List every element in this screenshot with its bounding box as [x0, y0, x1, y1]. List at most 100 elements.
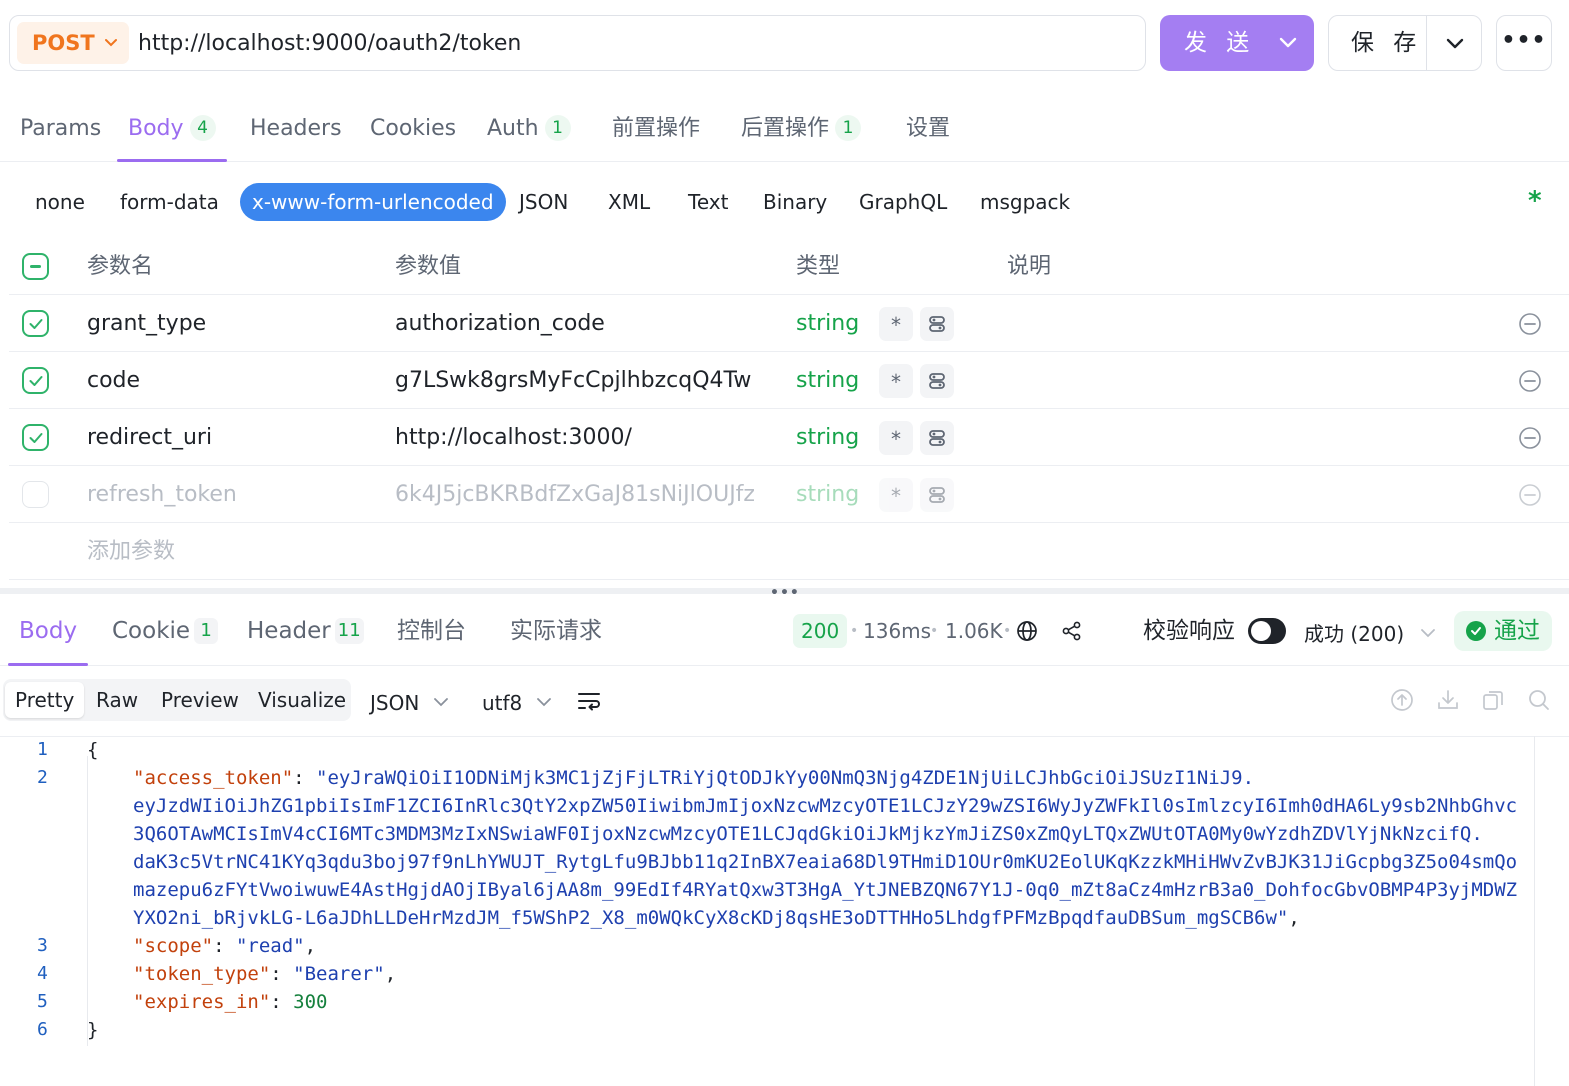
required-toggle-button[interactable]: * [879, 364, 913, 398]
tab-response-cookie[interactable]: Cookie 1 [112, 600, 219, 666]
body-type-form-data[interactable]: form-data [120, 183, 219, 221]
body-type-msgpack[interactable]: msgpack [980, 183, 1070, 221]
active-tab-indicator [8, 663, 89, 666]
download-icon[interactable] [1436, 688, 1460, 712]
required-toggle-button[interactable]: * [879, 478, 913, 512]
success-status-select[interactable]: 成功 (200) [1304, 614, 1435, 651]
param-name[interactable]: code [87, 352, 140, 409]
param-enabled-checkbox[interactable] [22, 310, 49, 337]
tab-label: Header [247, 618, 331, 644]
body-type-urlencoded[interactable]: x-www-form-urlencoded [240, 183, 506, 221]
param-settings-button[interactable] [920, 478, 954, 512]
method-select[interactable]: POST [17, 22, 129, 64]
tab-label: Cookies [370, 116, 457, 141]
drag-handle-icon[interactable]: ••• [770, 585, 800, 601]
json-line-token-type: "token_type": "Bearer", [133, 960, 396, 988]
body-type-binary[interactable]: Binary [763, 183, 827, 221]
validation-pass-badge[interactable]: 通过 [1454, 611, 1552, 651]
json-line-scope: "scope": "read", [133, 932, 316, 960]
toggle-knob [1251, 621, 1271, 641]
remove-circle-icon[interactable] [1519, 427, 1541, 449]
upload-circle-icon[interactable] [1390, 688, 1414, 712]
tab-response-body[interactable]: Body [8, 600, 89, 666]
param-settings-button[interactable] [920, 421, 954, 455]
tab-response-actual-request[interactable]: 实际请求 [510, 600, 602, 666]
search-icon[interactable] [1527, 688, 1551, 712]
tab-settings[interactable]: 设置 [906, 100, 950, 162]
param-value[interactable]: http://localhost:3000/ [395, 409, 755, 466]
json-comma: , [1288, 907, 1300, 929]
remove-circle-icon[interactable] [1519, 370, 1541, 392]
required-toggle-button[interactable]: * [879, 421, 913, 455]
view-preview[interactable]: Preview [151, 682, 249, 718]
url-input[interactable] [138, 16, 1118, 72]
required-toggle-button[interactable]: * [879, 307, 913, 341]
param-enabled-checkbox[interactable] [22, 481, 49, 508]
tab-auth[interactable]: Auth 1 [487, 100, 571, 162]
body-type-xml[interactable]: XML [608, 183, 650, 221]
param-value[interactable]: authorization_code [395, 295, 755, 352]
tab-post-operations[interactable]: 后置操作 1 [741, 100, 862, 162]
tab-label: 控制台 [397, 618, 466, 644]
response-code-view[interactable]: 1 2 3 4 5 6 { "access_token": "eyJraWQiO… [0, 736, 1569, 1086]
param-value[interactable]: 6k4J5jcBKRBdfZxGaJ81sNiJlOUJfz [395, 466, 755, 523]
send-button[interactable]: 发 送 [1160, 15, 1314, 71]
add-param-input[interactable]: 添加参数 [87, 523, 175, 580]
line-number: 2 [37, 767, 48, 788]
copy-icon[interactable] [1481, 688, 1505, 712]
wrap-lines-icon[interactable] [577, 690, 601, 712]
json-line-access-token: "access_token": "eyJraWQiOiI1ODNiMjk3MC1… [133, 764, 1254, 792]
param-type[interactable]: string [796, 409, 859, 466]
json-key: "access_token" [133, 767, 294, 789]
tab-params[interactable]: Params [20, 100, 101, 162]
tab-cookies[interactable]: Cookies [370, 100, 456, 162]
body-type-text[interactable]: Text [688, 183, 728, 221]
tab-pre-operations[interactable]: 前置操作 [612, 100, 700, 162]
tab-headers[interactable]: Headers [250, 100, 342, 162]
body-type-graphql[interactable]: GraphQL [859, 183, 947, 221]
tab-response-console[interactable]: 控制台 [397, 600, 466, 666]
view-visualize[interactable]: Visualize [248, 682, 356, 718]
validate-response-toggle[interactable] [1248, 618, 1286, 644]
count-badge: 1 [835, 115, 862, 141]
vertical-scrollbar[interactable] [1534, 736, 1535, 1086]
tab-response-header[interactable]: Header 11 [247, 600, 364, 666]
url-bar: POST [9, 15, 1146, 72]
check-icon [29, 433, 43, 443]
json-string-continuation: daK3c5VtrNC41KYq3qdu3boj97f9nLhYWUJT_Ryt… [133, 851, 1518, 873]
param-name[interactable]: redirect_uri [87, 409, 212, 466]
param-value[interactable]: g7LSwk8grsMyFcCpjlhbzcqQ4Tw [395, 352, 755, 409]
tab-body[interactable]: Body 4 [117, 100, 227, 162]
chevron-down-icon[interactable] [1445, 33, 1465, 57]
json-string-continuation: mazepu6zFYtVwoiwuwE4AstHgjdAOjIByal6jAA8… [133, 879, 1518, 901]
param-settings-button[interactable] [920, 307, 954, 341]
body-type-json[interactable]: JSON [519, 183, 568, 221]
param-type[interactable]: string [796, 466, 859, 523]
more-button[interactable]: ••• [1496, 15, 1552, 71]
param-type[interactable]: string [796, 295, 859, 352]
param-name[interactable]: grant_type [87, 295, 206, 352]
select-all-checkbox[interactable] [22, 253, 49, 280]
remove-circle-icon[interactable] [1519, 484, 1541, 506]
body-type-none[interactable]: none [35, 183, 85, 221]
column-header-name: 参数名 [87, 254, 154, 279]
count-badge: 4 [189, 115, 216, 141]
count-badge: 1 [194, 618, 219, 644]
encoding-select[interactable]: utf8 [482, 682, 551, 721]
format-select[interactable]: JSON [370, 682, 448, 721]
share-icon[interactable] [1061, 620, 1083, 642]
chevron-down-icon[interactable] [1278, 32, 1298, 56]
remove-circle-icon[interactable] [1519, 313, 1541, 335]
globe-icon[interactable] [1016, 620, 1038, 642]
save-button[interactable]: 保 存 [1328, 15, 1482, 71]
param-name[interactable]: refresh_token [87, 466, 237, 523]
param-enabled-checkbox[interactable] [22, 367, 49, 394]
divider [0, 736, 1569, 737]
view-pretty[interactable]: Pretty [5, 682, 85, 718]
param-settings-button[interactable] [920, 364, 954, 398]
param-enabled-checkbox[interactable] [22, 424, 49, 451]
tab-label: 实际请求 [510, 618, 602, 644]
param-row: grant_type authorization_code string * [9, 295, 1569, 352]
view-raw[interactable]: Raw [86, 682, 148, 718]
param-type[interactable]: string [796, 352, 859, 409]
